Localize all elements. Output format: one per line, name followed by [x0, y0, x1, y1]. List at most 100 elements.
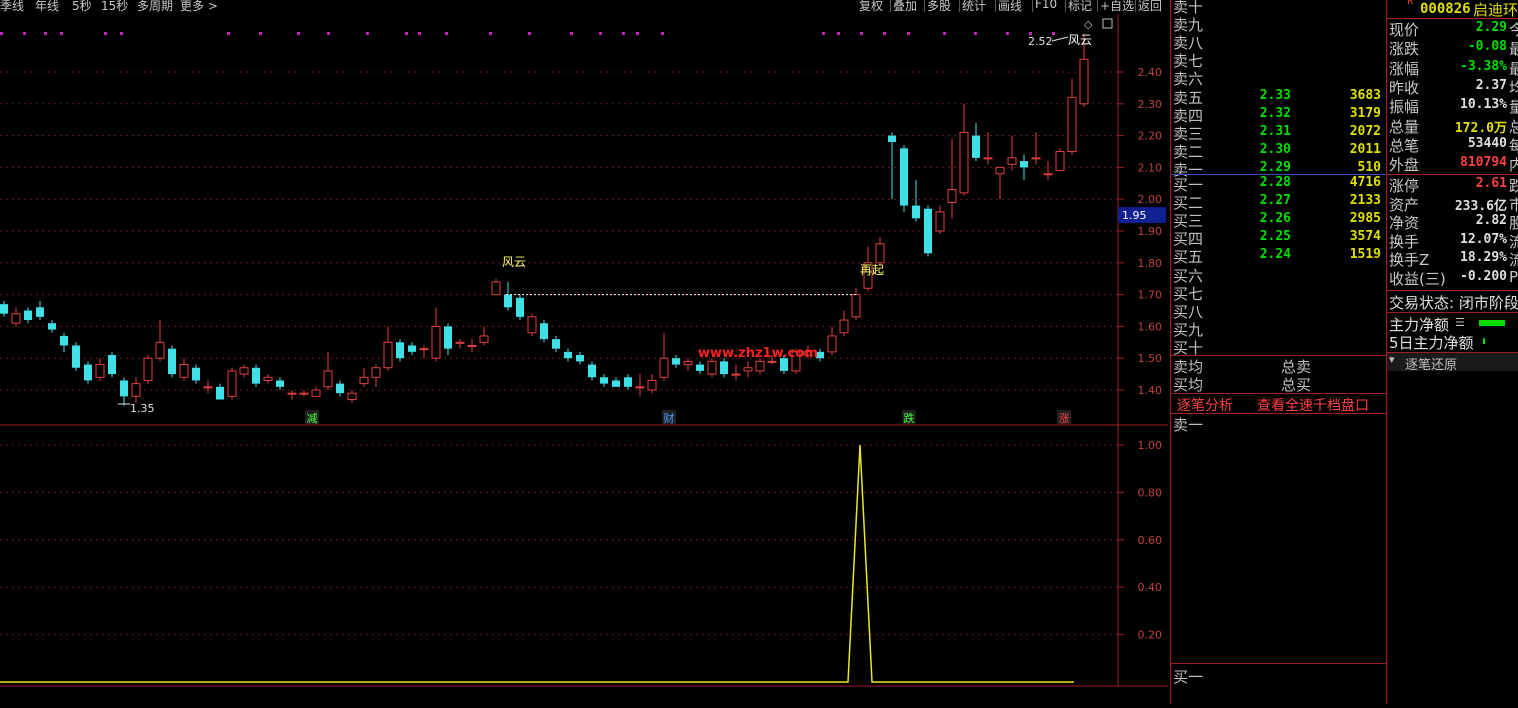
toolbar-button-8[interactable]: 返回	[1138, 0, 1162, 14]
candlestick[interactable]	[1055, 148, 1065, 172]
order-book-row[interactable]: 卖七	[1171, 50, 1384, 70]
order-book-row[interactable]: 卖九	[1171, 14, 1384, 34]
candlestick[interactable]	[84, 361, 92, 384]
list-icon[interactable]: ☰	[1455, 316, 1465, 329]
quote-row: 净资2.82股	[1387, 212, 1518, 232]
stock-name: 启迪环	[1473, 1, 1518, 19]
toolbar-item-2[interactable]: 5秒	[72, 0, 92, 14]
signal-dot	[0, 32, 3, 35]
candle-body	[11, 313, 21, 324]
toolbar-item-1[interactable]: 年线	[35, 0, 59, 14]
price-axis-label: 1.90	[1138, 225, 1163, 238]
order-summary-label: 买均	[1173, 376, 1204, 394]
quote-key-truncated: 每	[1509, 135, 1518, 156]
order-volume: 2072	[1349, 123, 1381, 139]
full-depth-link[interactable]: 查看全速千档盘口	[1257, 395, 1369, 415]
quote-row: 振幅 10.13%量	[1387, 96, 1518, 116]
order-book-row[interactable]: 买一 2.28 4716	[1171, 174, 1384, 194]
price-axis-label: 1.50	[1138, 352, 1163, 365]
order-price: 2.30	[1259, 141, 1291, 157]
order-book-row[interactable]: 买三 2.26 2985	[1171, 210, 1384, 230]
toolbar-button-2[interactable]: 多股	[927, 0, 951, 14]
candle-body	[444, 326, 452, 349]
candlestick[interactable]	[516, 294, 524, 321]
toolbar-button-3[interactable]: 统计	[962, 0, 986, 14]
candle-body	[1055, 151, 1065, 172]
candlestick[interactable]	[252, 364, 260, 387]
candle-body	[659, 357, 669, 378]
tick-restore-label: 逐笔还原	[1405, 358, 1458, 373]
candlestick[interactable]	[527, 313, 537, 336]
candlestick[interactable]	[143, 355, 153, 384]
indicator-axis-label: 0.80	[1138, 486, 1163, 499]
order-book-row[interactable]: 卖六	[1171, 68, 1384, 88]
quote-row: 涨跌 -0.08最	[1387, 38, 1518, 58]
order-book-row[interactable]: 卖八	[1171, 32, 1384, 52]
toolbar-item-5[interactable]: 更多 >	[180, 0, 218, 14]
candle-body	[60, 335, 68, 346]
candle-body	[743, 367, 753, 372]
candlestick[interactable]	[72, 342, 80, 371]
chart-canvas[interactable]: 2.40 2.30 2.20 2.10 2.00 1.90 1.80 1.70 1.60 1.50…	[0, 14, 1168, 704]
order-book-row[interactable]: 买四 2.25 3574	[1171, 228, 1384, 248]
toolbar-item-4[interactable]: 多周期	[137, 0, 173, 14]
toolbar-button-1[interactable]: 叠加	[893, 0, 917, 14]
order-volume: 2133	[1349, 193, 1381, 209]
candlestick[interactable]	[396, 339, 404, 362]
toolbar-item-3[interactable]: 15秒	[101, 0, 128, 14]
order-summary-label: 总买	[1281, 376, 1312, 394]
quote-row: 现价 2.29今	[1387, 19, 1518, 39]
quote-value: 10.13%	[1460, 97, 1507, 113]
order-book-row[interactable]: 买十	[1171, 337, 1384, 357]
order-book-row[interactable]: 买八	[1171, 301, 1384, 321]
order-book-row[interactable]: 卖十	[1171, 0, 1384, 16]
candlestick[interactable]	[924, 205, 932, 257]
quote-row: 总笔 53440每	[1387, 135, 1518, 156]
buy1-queue-label: 买一	[1173, 668, 1204, 686]
quote-value: -0.08	[1467, 39, 1507, 55]
order-book-row[interactable]: 卖三 2.31 2072	[1171, 123, 1384, 143]
candle-body	[1020, 161, 1028, 168]
order-book-row[interactable]: 买五 2.24 1519	[1171, 246, 1384, 266]
signal-dot	[405, 32, 408, 35]
candle-body	[396, 342, 404, 359]
candlestick[interactable]	[168, 345, 176, 378]
candlestick[interactable]	[540, 320, 548, 343]
candle-body	[888, 135, 896, 142]
candle-body	[467, 344, 477, 347]
order-book-row[interactable]: 卖二 2.30 2011	[1171, 141, 1384, 161]
candle-body	[192, 367, 200, 381]
candlestick[interactable]	[900, 145, 908, 212]
stock-header[interactable]: R 000826 启迪环	[1387, 0, 1518, 19]
price-axis-label: 2.10	[1138, 161, 1163, 174]
order-book-row[interactable]: 买二 2.27 2133	[1171, 192, 1384, 212]
order-book-row[interactable]: 买七	[1171, 283, 1384, 303]
toolbar-item-0[interactable]: 季线	[0, 0, 24, 14]
kline-chart[interactable]: 2.40 2.30 2.20 2.10 2.00 1.90 1.80 1.70 1.60 1.50…	[0, 14, 1168, 704]
toolbar-button-4[interactable]: 画线	[998, 0, 1022, 14]
price-axis-label: 2.30	[1138, 98, 1163, 111]
toolbar-button-5[interactable]: F10	[1035, 0, 1057, 11]
order-book-row[interactable]: 卖四 2.32 3179	[1171, 105, 1384, 125]
order-book-row[interactable]: 买六	[1171, 265, 1384, 285]
order-volume: 510	[1357, 159, 1381, 175]
candle-body	[600, 377, 608, 384]
tick-analysis-link[interactable]: 逐笔分析	[1177, 395, 1233, 415]
candle-body	[959, 131, 969, 194]
quote-key: 外盘	[1389, 156, 1420, 175]
order-book-row[interactable]: 买九	[1171, 319, 1384, 339]
toolbar-button-7[interactable]: +自选	[1100, 0, 1134, 14]
candle-body	[36, 307, 44, 317]
toolbar-button-6[interactable]: 标记	[1068, 0, 1092, 14]
candlestick[interactable]	[227, 367, 237, 400]
candlestick[interactable]	[707, 358, 717, 378]
candlestick[interactable]	[108, 351, 116, 378]
order-book-row[interactable]: 卖五 2.33 3683	[1171, 87, 1384, 107]
candle-body	[431, 325, 441, 359]
toolbar-button-0[interactable]: 复权	[859, 0, 883, 14]
section-divider	[1171, 663, 1386, 664]
price-axis-label: 1.70	[1138, 289, 1163, 302]
pattern-annotation: 风云	[502, 255, 526, 269]
tick-restore-header[interactable]: ▾ 逐笔还原	[1387, 353, 1518, 373]
diamond-icon[interactable]: ◇	[1084, 18, 1093, 31]
